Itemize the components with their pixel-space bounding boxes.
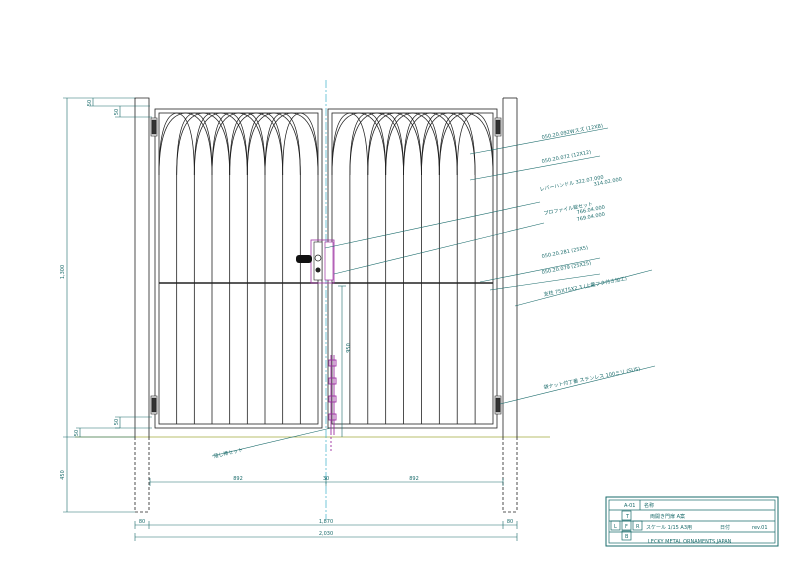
right-post <box>502 97 518 513</box>
project-name: 両開き門扉 A案 <box>650 513 685 520</box>
left-post <box>134 97 150 513</box>
scale-line: スケール 1/15 A3用 <box>646 524 692 531</box>
arch-bar <box>466 112 494 176</box>
dim-opening: 1,870 <box>319 519 333 525</box>
arch-bar <box>193 112 221 176</box>
dim-leaf-left: 892 <box>233 476 243 482</box>
dim-height-total: 1,300 <box>60 265 66 279</box>
callout-vertical-bar: 050.20.072 (12X12) <box>541 149 592 164</box>
cell-r: R <box>636 524 640 530</box>
arch-bar <box>421 112 449 176</box>
arch-bar <box>385 112 413 176</box>
callout-mid-rail: 050.20.281 (25X5) <box>541 245 588 260</box>
callout-post: 支柱 75X75X2.3 (上蓋フタ付き加工) <box>543 275 627 298</box>
dim-bottom-gap: 50 <box>74 430 80 436</box>
arch-bar <box>331 112 359 176</box>
gate-elevation-drawing: 1,300 50 50 50 50 450 950 892 30 892 80 … <box>60 80 779 547</box>
leaf-frame <box>327 108 498 429</box>
arch-bar <box>412 112 440 176</box>
arch-bar <box>367 112 395 176</box>
left-gate-leaf <box>154 108 323 429</box>
callout-frame: 050.20.079 (25X25) <box>541 260 592 275</box>
dim-bottom-hinge: 50 <box>114 419 120 425</box>
dim-leaf-right: 892 <box>409 476 419 482</box>
dim-post-left: 80 <box>139 519 145 525</box>
arch-bar <box>246 112 274 176</box>
revision: rev.01 <box>752 525 768 531</box>
arch-bar <box>273 112 301 176</box>
arch-bar <box>220 112 248 176</box>
cell-l: L <box>614 524 617 530</box>
dim-leaf-center: 30 <box>323 476 329 482</box>
lever-handle-lock <box>296 239 335 284</box>
dim-latch-height: 950 <box>346 343 352 353</box>
arch-bar <box>394 112 422 176</box>
arch-bar <box>185 112 213 176</box>
project-label: 名称 <box>644 502 654 509</box>
arch-bar <box>158 112 186 176</box>
arch-bar <box>238 112 266 176</box>
arch-bar <box>203 112 231 176</box>
cell-b: B <box>625 534 629 540</box>
arch-bar <box>376 112 404 176</box>
dim-overall: 2,030 <box>319 531 333 537</box>
arch-bar <box>229 112 257 176</box>
right-gate-leaf <box>327 108 498 429</box>
sheet-number: A-01 <box>624 503 635 509</box>
dim-top-offset: 50 <box>87 100 93 106</box>
arch-bar <box>176 112 204 176</box>
callout-drop-bolt: 落し棒セット <box>213 446 244 460</box>
dim-top-hinge: 50 <box>114 109 120 115</box>
callout-hinge: 袋ナット付丁番 ステンレス 100ミリ (SUS) <box>543 365 641 391</box>
arch-bar <box>256 112 284 176</box>
dim-below-ground: 450 <box>60 470 66 480</box>
arch-bar <box>438 112 467 176</box>
cell-f: F <box>625 524 628 530</box>
company-name: LECKY METAL ORNAMENTS JAPAN <box>648 539 732 545</box>
arch-bar <box>403 112 431 176</box>
arch-bar <box>291 112 319 176</box>
arch-bar <box>349 112 377 176</box>
cell-t: T <box>625 514 630 520</box>
dimension-lines <box>63 97 518 541</box>
date-text: 日付 <box>720 524 730 531</box>
arch-bar <box>358 112 387 176</box>
arch-bar <box>430 112 458 176</box>
leaf-inner-frame <box>158 112 319 425</box>
callout-top-arch-bar: 050.20.092Wスズ (12XB) <box>541 122 604 141</box>
arch-bar <box>448 112 476 176</box>
arch-bar <box>211 112 239 176</box>
arch-bar <box>264 112 292 176</box>
dim-post-right: 80 <box>507 519 513 525</box>
leaf-frame <box>154 108 323 429</box>
